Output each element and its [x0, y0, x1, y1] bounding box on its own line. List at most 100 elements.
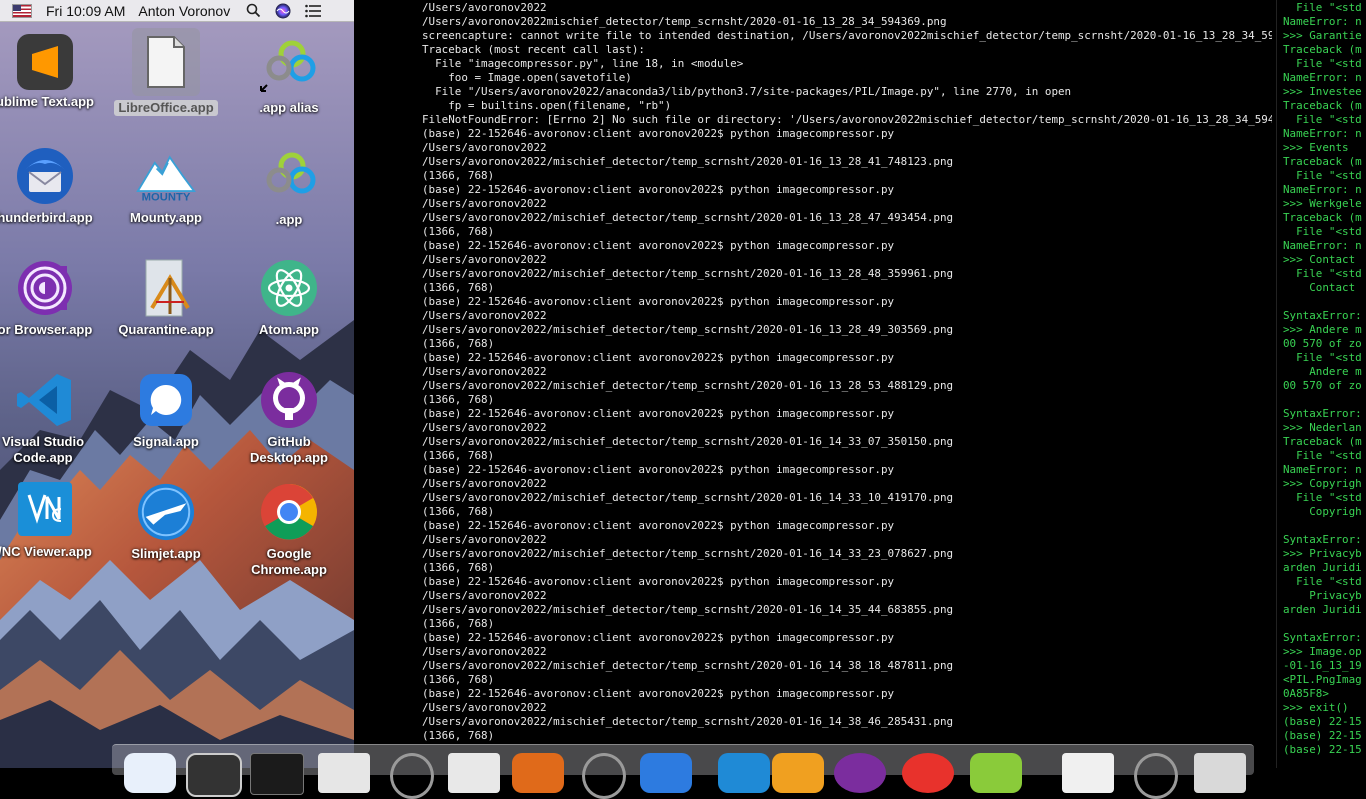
python-terminal-line: NameError: n — [1283, 463, 1362, 476]
python-terminal-line: >>> Garantie — [1283, 29, 1362, 42]
terminal-line: (1366, 768) — [422, 225, 495, 238]
desktop-icon-atom[interactable]: Atom.app — [230, 258, 348, 338]
terminal-line: /Users/avoronov2022/mischief_detector/te… — [422, 491, 954, 504]
dock — [112, 744, 1254, 799]
python-terminal-line: File "<std — [1283, 113, 1362, 126]
desktop-icon-libreoffice[interactable]: LibreOffice.app — [107, 28, 225, 117]
terminal-line: (1366, 768) — [422, 617, 495, 630]
python-terminal-line: >>> exit() — [1283, 701, 1349, 714]
flag-us-icon[interactable] — [12, 3, 32, 18]
menubar-clock[interactable]: Fri 10:09 AM — [46, 3, 125, 19]
dock-signal-icon[interactable] — [640, 753, 692, 793]
dock-textedit-icon[interactable] — [318, 753, 370, 793]
python-terminal-line: 0A85F8> — [1283, 687, 1329, 700]
desktop-icon-google-chrome[interactable]: Google Chrome.app — [230, 482, 348, 578]
desktop-icon-label: Atom.app — [259, 322, 319, 337]
terminal-line: Traceback (most recent call last): — [422, 43, 645, 56]
desktop-icon-tor-browser[interactable]: or Browser.app — [0, 258, 104, 338]
dock-github-icon[interactable] — [834, 753, 886, 793]
terminal-line: foo = Image.open(savetofile) — [422, 71, 632, 84]
terminal-line: (1366, 768) — [422, 169, 495, 182]
desktop-icon-label: or Browser.app — [0, 322, 93, 337]
python-terminal-line: <PIL.PngImag — [1283, 673, 1362, 686]
thunderbird-icon — [15, 146, 75, 206]
dock-vscode-icon[interactable] — [718, 753, 770, 793]
python-terminal-line: >>> Events — [1283, 141, 1349, 154]
terminal-line: /Users/avoronov2022/mischief_detector/te… — [422, 379, 954, 392]
dock-clock-icon[interactable] — [186, 753, 242, 797]
terminal-line: fp = builtins.open(filename, "rb") — [422, 99, 672, 112]
python-terminal-line: SyntaxError: — [1283, 533, 1362, 546]
python-terminal-line: NameError: n — [1283, 239, 1362, 252]
desktop-icon-quarantine[interactable]: Quarantine.app — [107, 258, 225, 338]
terminal-line: (1366, 768) — [422, 505, 495, 518]
python-terminal-line: NameError: n — [1283, 183, 1362, 196]
desktop-icon-slimjet[interactable]: Slimjet.app — [107, 482, 225, 562]
dock-sublime-icon[interactable] — [772, 753, 824, 793]
desktop-icon-label: .app alias — [259, 100, 319, 115]
dock-finder-icon[interactable] — [124, 753, 176, 793]
python-terminal-line: File "<std — [1283, 225, 1362, 238]
python-terminal-line: SyntaxError: — [1283, 309, 1362, 322]
terminal-line: (base) 22-152646-avoronov:client avorono… — [422, 239, 895, 252]
python-terminal-line: Traceback (m — [1283, 155, 1362, 168]
siri-icon[interactable] — [274, 2, 292, 20]
terminal-line: /Users/avoronov2022 — [422, 589, 547, 602]
mounty-logo-text: MOUNTY — [142, 191, 191, 203]
terminal-line: (1366, 768) — [422, 673, 495, 686]
terminal-line: (base) 22-152646-avoronov:client avorono… — [422, 295, 895, 308]
terminal-line: /Users/avoronov2022 — [422, 533, 547, 546]
desktop-icon-github-desktop[interactable]: GitHub Desktop.app — [230, 370, 348, 466]
terminal-line: FileNotFoundError: [Errno 2] No such fil… — [422, 113, 1272, 126]
terminal-line: /Users/avoronov2022mischief_detector/tem… — [422, 15, 947, 28]
terminal-line: /Users/avoronov2022 — [422, 365, 547, 378]
python-terminal-window[interactable]: File "<std NameError: n >>> Garantie Traceb… — [1276, 0, 1366, 768]
desktop-icon-label: .app — [275, 212, 303, 227]
terminal-line: (base) 22-152646-avoronov:client avorono… — [422, 183, 895, 196]
python-terminal-line: >>> Privacyb — [1283, 547, 1362, 560]
dock-chrome-icon[interactable] — [902, 753, 954, 793]
terminal-window[interactable]: /Users/avoronov2022/Users/avoronov2022mi… — [354, 0, 1272, 768]
app-icon — [259, 148, 319, 208]
list-icon[interactable] — [304, 2, 322, 20]
python-terminal-line: File "<std — [1283, 169, 1362, 182]
menu-bar: Fri 10:09 AM Anton Voronov — [0, 0, 354, 22]
dock-app2-icon[interactable] — [582, 753, 626, 799]
terminal-line: (base) 22-152646-avoronov:client avorono… — [422, 575, 895, 588]
terminal-line: /Users/avoronov2022/mischief_detector/te… — [422, 435, 954, 448]
python-terminal-line: Contact — [1283, 281, 1356, 294]
python-terminal-line: arden Juridi — [1283, 561, 1362, 574]
desktop-icon-thunderbird[interactable]: hunderbird.app — [0, 146, 104, 226]
dock-app-icon[interactable] — [390, 753, 434, 799]
python-terminal-line: >>> Contact — [1283, 253, 1356, 266]
terminal-line: (base) 22-152646-avoronov:client avorono… — [422, 351, 895, 364]
desktop-icon-vscode[interactable]: Visual Studio Code.app — [0, 370, 104, 466]
dock-firefox-icon[interactable] — [512, 753, 564, 793]
desktop-icon-sublime-text[interactable]: ublime Text.app — [0, 34, 104, 110]
python-terminal-line: File "<std — [1283, 57, 1362, 70]
python-terminal-line: NameError: n — [1283, 15, 1362, 28]
terminal-line: (1366, 768) — [422, 393, 495, 406]
terminal-line: /Users/avoronov2022/mischief_detector/te… — [422, 547, 954, 560]
desktop-icon-label: /NC Viewer.app — [0, 544, 92, 559]
dock-app3-icon[interactable] — [970, 753, 1022, 793]
desktop-icon-app-alias[interactable]: .app alias — [230, 36, 348, 116]
dock-trash-icon[interactable] — [1194, 753, 1246, 793]
python-terminal-line: >>> Werkgele — [1283, 197, 1362, 210]
tor-browser-icon — [15, 258, 75, 318]
desktop-icon-app[interactable]: .app — [230, 148, 348, 228]
python-terminal-line: (base) 22-15 — [1283, 743, 1362, 756]
desktop-icon-mounty[interactable]: MOUNTY Mounty.app — [107, 146, 225, 226]
desktop-icon-vnc-viewer[interactable]: /NC Viewer.app — [0, 482, 104, 560]
python-terminal-line: SyntaxError: — [1283, 631, 1362, 644]
dock-terminal-icon[interactable] — [250, 753, 304, 795]
terminal-line: /Users/avoronov2022 — [422, 701, 547, 714]
dock-preview-icon[interactable] — [448, 753, 500, 793]
search-icon[interactable] — [244, 2, 262, 20]
dock-documents-icon[interactable] — [1062, 753, 1114, 793]
desktop: Fri 10:09 AM Anton Voronov ublime Text.a… — [0, 0, 354, 768]
menubar-user[interactable]: Anton Voronov — [138, 3, 230, 19]
desktop-icon-signal[interactable]: Signal.app — [107, 370, 225, 450]
python-terminal-line: Copyrigh — [1283, 505, 1362, 518]
dock-app4-icon[interactable] — [1134, 753, 1178, 799]
